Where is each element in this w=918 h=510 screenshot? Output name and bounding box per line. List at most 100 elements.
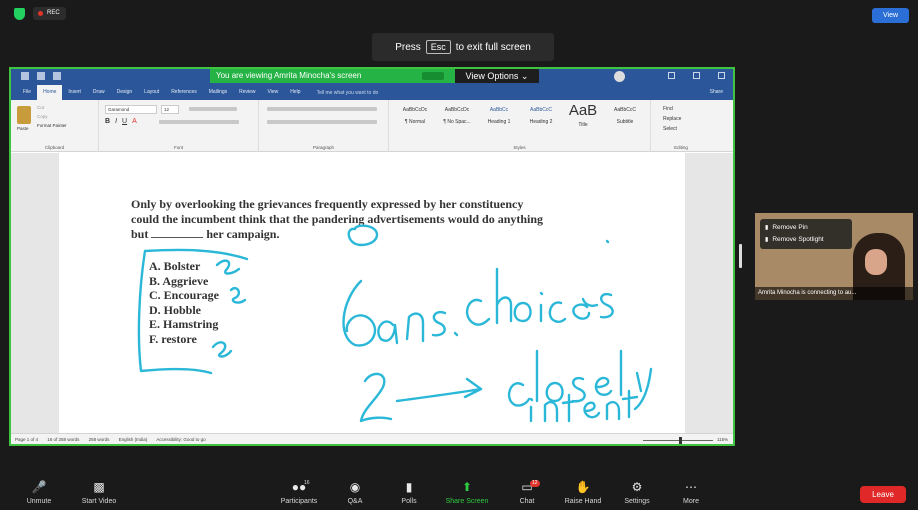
tab-home[interactable]: Home [37, 85, 63, 100]
chat-badge: 12 [530, 480, 540, 487]
view-options-button[interactable]: View Options ⌄ [455, 69, 539, 83]
share-screen-icon: ⬆ [461, 480, 473, 494]
style-heading-2[interactable]: AaBbCcC Heading 2 [521, 104, 561, 130]
tab-references[interactable]: References [165, 85, 203, 100]
tab-layout[interactable]: Layout [138, 85, 165, 100]
zoom-level[interactable]: 115% [717, 434, 728, 444]
tab-file[interactable]: File [17, 85, 37, 100]
clipboard-group: Paste Cut Copy Format Painter Clipboard [11, 100, 99, 152]
format-painter-label[interactable]: Format Painter [37, 123, 67, 128]
find-button[interactable]: Find [663, 104, 681, 114]
more-button[interactable]: ⋯ More [666, 480, 716, 505]
chat-button[interactable]: ▭ 12 Chat [502, 480, 552, 505]
ribbon-tabs: File Home Insert Draw Design Layout Refe… [11, 85, 733, 100]
quick-access-toolbar [21, 72, 61, 80]
participants-button[interactable]: ●● 16 Participants [274, 480, 324, 505]
maximize-icon[interactable] [693, 72, 700, 79]
cut-label[interactable]: Cut [37, 105, 44, 110]
paragraph-group: Paragraph [259, 100, 389, 152]
page-count[interactable]: Page 1 of 4 [15, 437, 38, 442]
paste-icon[interactable] [17, 106, 31, 124]
accessibility-status[interactable]: Accessibility: Good to go [156, 437, 205, 442]
select-button[interactable]: Select [663, 124, 681, 134]
bold-icon[interactable]: B [105, 118, 110, 125]
view-button[interactable]: View [872, 8, 909, 23]
tab-review[interactable]: Review [233, 85, 261, 100]
document-page[interactable]: Only by overlooking the grievances frequ… [59, 153, 685, 433]
polls-button[interactable]: ▮ Polls [384, 480, 434, 505]
remove-spotlight-button[interactable]: Remove Spotlight [765, 234, 847, 246]
unmute-button[interactable]: 🎤 Unmute [14, 480, 64, 505]
styles-group: AaBbCcDc ¶ Normal AaBbCcDc ¶ No Spac... Aa… [389, 100, 651, 152]
alignment-buttons[interactable] [267, 120, 377, 124]
shield-icon[interactable] [14, 8, 25, 20]
tab-draw[interactable]: Draw [87, 85, 111, 100]
underline-icon[interactable]: U [122, 118, 127, 125]
tab-insert[interactable]: Insert [62, 85, 87, 100]
tab-view[interactable]: View [262, 85, 285, 100]
remove-pin-button[interactable]: Remove Pin [765, 222, 847, 234]
style-name: Title [578, 122, 588, 128]
qa-button[interactable]: ◉ Q&A [330, 480, 380, 505]
unmute-label: Unmute [26, 498, 52, 505]
share-button[interactable]: Share [710, 85, 723, 100]
participant-name: Amrita Minocha is connecting to au... [755, 287, 913, 300]
style-heading-1[interactable]: AaBbCc Heading 1 [479, 104, 519, 130]
tell-me-box[interactable]: Tell me what you want to do [317, 90, 379, 96]
polls-icon: ▮ [405, 480, 413, 494]
window-controls [668, 72, 725, 79]
participants-icon: ●● [291, 480, 307, 494]
qa-icon: ◉ [349, 480, 361, 494]
leave-button[interactable]: Leave [860, 486, 906, 503]
editing-buttons: Find Replace Select [663, 104, 681, 134]
raise-hand-button[interactable]: ✋ Raise Hand [558, 480, 608, 505]
undo-icon[interactable] [37, 72, 45, 80]
copy-label[interactable]: Copy [37, 114, 48, 119]
font-size-select[interactable]: 12 [161, 105, 179, 114]
font-grow-shrink-icons[interactable] [189, 107, 237, 111]
font-color-icon[interactable]: A [132, 118, 137, 125]
participants-label: Participants [280, 498, 318, 505]
share-screen-button[interactable]: ⬆ Share Screen [442, 480, 492, 505]
style-subtitle[interactable]: AaBbCcC Subtitle [605, 104, 645, 130]
tab-design[interactable]: Design [111, 85, 139, 100]
settings-button[interactable]: ⚙ Settings [612, 480, 662, 505]
font-group-label: Font [173, 145, 183, 150]
settings-label: Settings [624, 498, 650, 505]
esc-key[interactable]: Esc [425, 40, 451, 54]
tab-help[interactable]: Help [284, 85, 306, 100]
style-normal[interactable]: AaBbCcDc ¶ Normal [395, 104, 435, 130]
participant-video-tile[interactable]: Remove Pin Remove Spotlight Amrita Minoc… [755, 213, 913, 300]
participants-count: 16 [304, 480, 310, 486]
list-buttons[interactable] [267, 107, 377, 111]
text-effects-icons[interactable] [159, 120, 239, 124]
style-name: Heading 2 [529, 119, 553, 125]
document-word-count[interactable]: 258 words [89, 437, 110, 442]
panel-resize-handle[interactable] [739, 244, 742, 268]
style-title[interactable]: AaB Title [563, 103, 603, 130]
style-name: ¶ No Spac... [443, 119, 471, 125]
word-selection-count[interactable]: 16 of 258 words [47, 437, 79, 442]
redo-icon[interactable] [53, 72, 61, 80]
style-no-spacing[interactable]: AaBbCcDc ¶ No Spac... [437, 104, 477, 130]
clipboard-label: Clipboard [44, 145, 65, 150]
close-icon[interactable] [718, 72, 725, 79]
replace-button[interactable]: Replace [663, 114, 681, 124]
chat-label: Chat [519, 498, 535, 505]
minimize-icon[interactable] [668, 72, 675, 79]
style-preview: AaBbCcC [614, 107, 636, 113]
answer-options: A. Bolster B. Aggrieve C. Encourage D. H… [149, 259, 219, 346]
save-icon[interactable] [21, 72, 29, 80]
start-video-button[interactable]: ▩ Start Video [74, 480, 124, 505]
question-part1: Only by overlooking the grievances frequ… [131, 197, 544, 226]
tab-mailings[interactable]: Mailings [203, 85, 233, 100]
paste-label: Paste [17, 126, 29, 131]
account-avatar[interactable] [614, 71, 625, 82]
italic-icon[interactable]: I [115, 118, 117, 125]
zoom-slider[interactable] [643, 440, 713, 441]
recording-badge: REC [33, 7, 66, 20]
language[interactable]: English (India) [119, 437, 148, 442]
zoom-slider-thumb[interactable] [679, 437, 682, 444]
font-name-select[interactable]: Garamond [105, 105, 157, 114]
question-part2: her campaign. [206, 227, 280, 241]
